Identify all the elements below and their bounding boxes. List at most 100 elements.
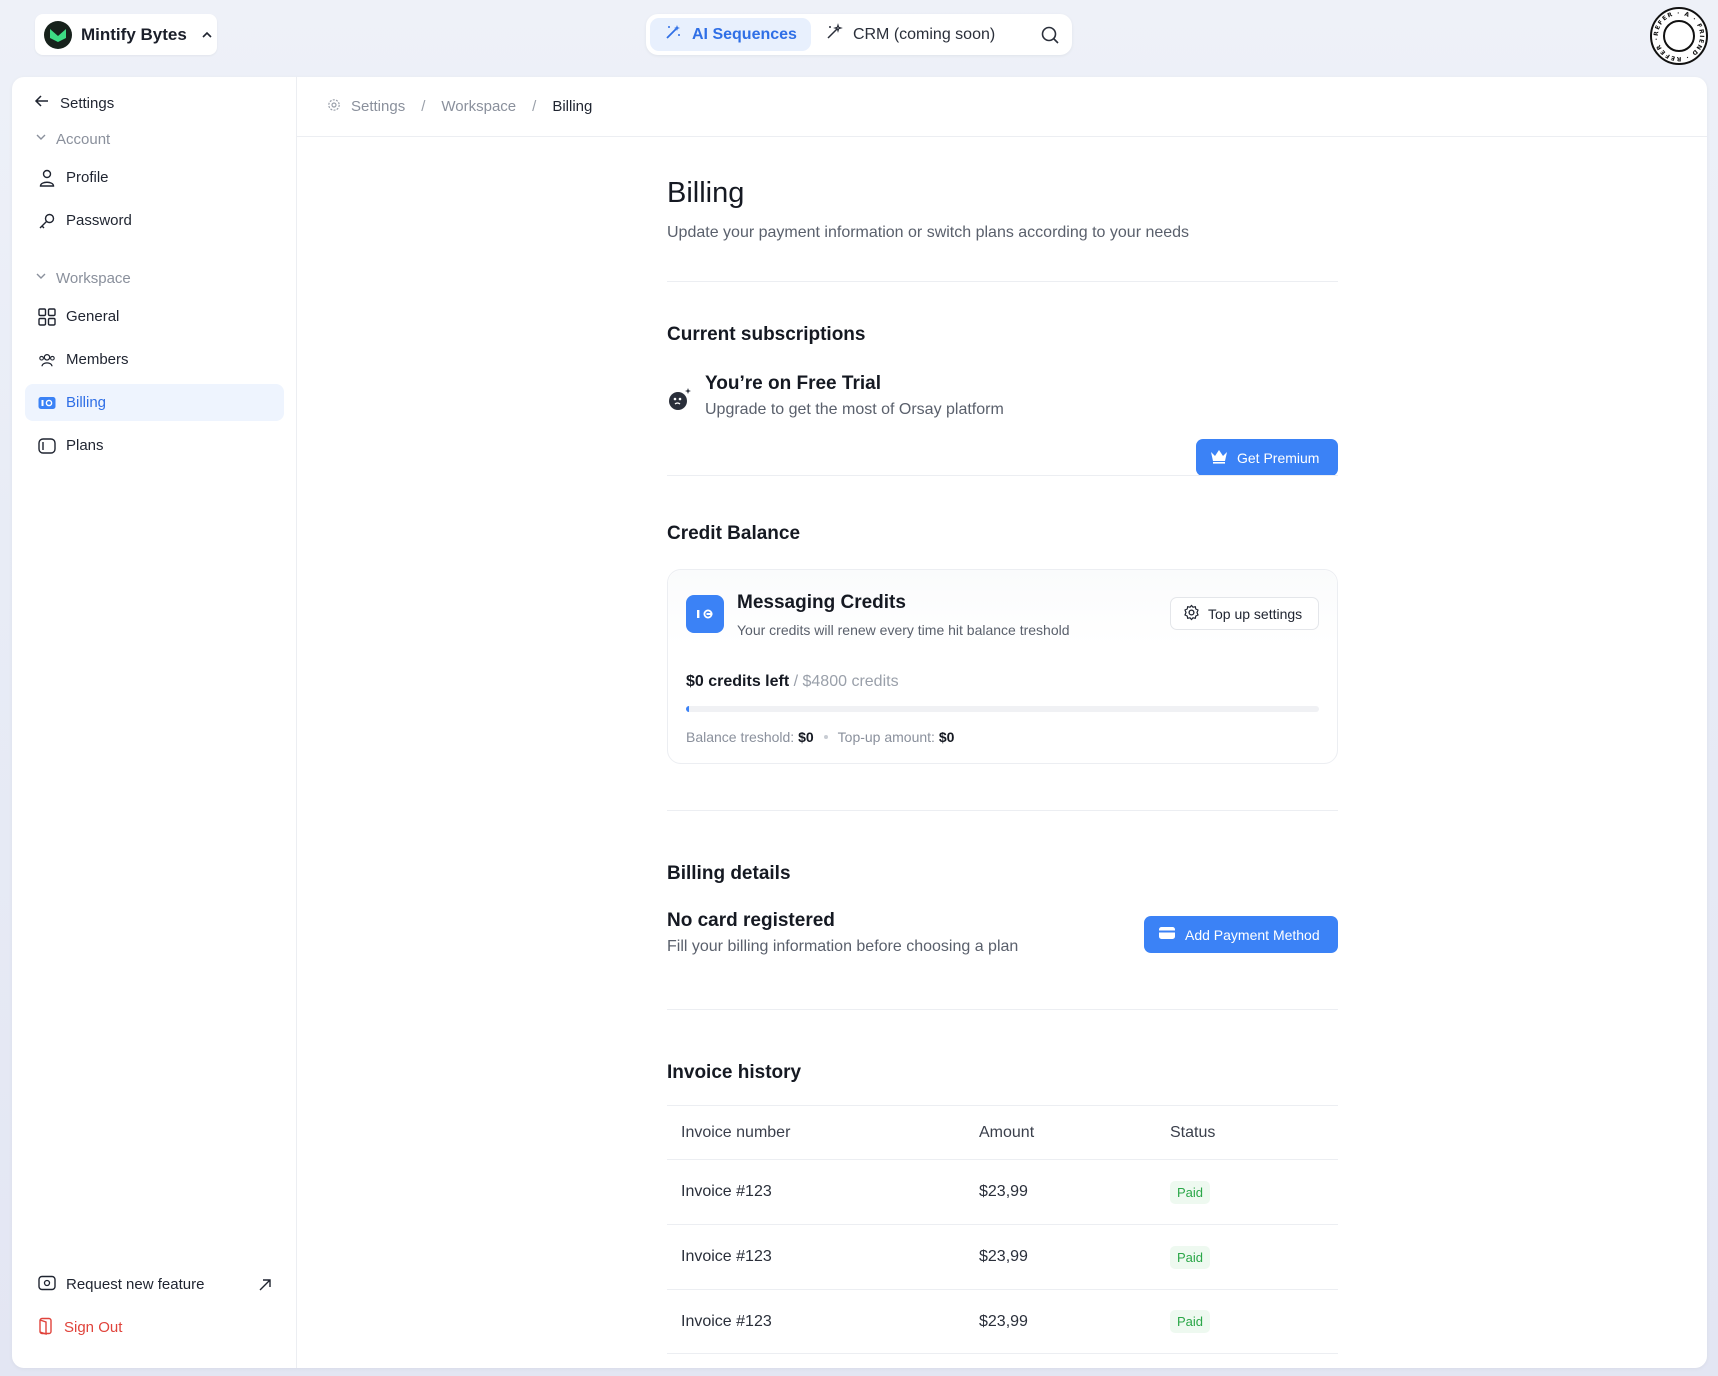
invoice-table: Invoice number Amount Status Invoice #12… — [667, 1105, 1338, 1354]
status-badge: Paid — [1170, 1310, 1211, 1333]
key-icon — [38, 212, 56, 230]
sign-out-icon — [38, 1317, 54, 1339]
invoice-amount: $23,99 — [979, 1183, 1028, 1200]
sidebar-item-label: Profile — [66, 169, 109, 186]
threshold-label: Balance treshold — [686, 729, 791, 745]
chevron-down-icon — [34, 130, 48, 148]
invoice-number: Invoice #123 — [681, 1183, 772, 1200]
credits-total: / $4800 credits — [793, 673, 899, 690]
sidebar-item-password[interactable]: Password — [25, 202, 284, 239]
sidebar-item-profile[interactable]: Profile — [25, 159, 284, 196]
main-content: Settings / Workspace / Billing Billing U… — [297, 77, 1707, 1368]
magic-wand-icon — [664, 23, 682, 46]
section-title-subscriptions: Current subscriptions — [667, 324, 866, 345]
get-premium-button[interactable]: Get Premium — [1196, 439, 1338, 476]
credits-left: $0 credits left / $4800 credits — [686, 673, 899, 691]
divider — [667, 281, 1338, 282]
sidebar-item-label: Billing — [66, 394, 107, 411]
section-title-invoices: Invoice history — [667, 1062, 802, 1083]
wallet-icon — [686, 595, 724, 633]
svg-text:REFER · A · FRIEND · REFER · A: REFER · A · FRIEND · REFER · A · FRIEND … — [1650, 7, 1705, 62]
breadcrumb-settings[interactable]: Settings — [327, 98, 405, 116]
divider — [667, 1009, 1338, 1010]
messaging-credits-card: Messaging Credits Your credits will rene… — [667, 569, 1338, 764]
sidebar-item-members[interactable]: Members — [25, 341, 284, 378]
invoice-number: Invoice #123 — [681, 1312, 772, 1330]
section-title-billing-details: Billing details — [667, 863, 791, 884]
crown-icon — [1210, 448, 1228, 467]
topup-label: Top-up amount: — [837, 729, 935, 745]
back-label: Settings — [60, 94, 115, 112]
sidebar-item-general[interactable]: General — [25, 298, 284, 335]
back-to-settings[interactable]: Settings — [34, 89, 114, 117]
column-header: Invoice number — [681, 1123, 791, 1141]
subscription-description: Upgrade to get the most of Orsay platfor… — [705, 401, 1004, 418]
table-row[interactable]: Invoice #123 $23,99 Paid — [667, 1224, 1338, 1289]
breadcrumb-label: Settings — [351, 98, 406, 115]
table-row[interactable]: Invoice #123 $23,99 Paid — [667, 1159, 1338, 1224]
tab-crm[interactable]: CRM (coming soon) — [811, 18, 1009, 51]
workspace-switcher[interactable]: Mintify Bytes — [35, 14, 217, 55]
search-icon[interactable] — [1040, 25, 1060, 45]
page-title: Billing — [667, 177, 745, 209]
billing-details-title: No card registered — [667, 910, 835, 931]
breadcrumb-workspace[interactable]: Workspace — [441, 98, 516, 115]
subscription-row: You’re on Free Trial Upgrade to get the … — [667, 373, 1338, 425]
chevron-up-icon — [200, 28, 214, 42]
divider — [667, 475, 1338, 476]
tab-label: AI Sequences — [692, 25, 797, 43]
feature-request-icon — [38, 1275, 56, 1295]
sidebar-item-label: Members — [66, 351, 129, 368]
credit-card-icon — [1158, 926, 1176, 943]
top-up-settings-button[interactable]: Top up settings — [1170, 597, 1319, 630]
sidebar-item-label: Plans — [66, 437, 104, 454]
user-icon — [38, 169, 56, 187]
sidebar-item-label: Password — [66, 212, 132, 229]
arrow-left-icon — [34, 93, 50, 113]
button-label: Add Payment Method — [1185, 926, 1320, 943]
breadcrumb-current: Billing — [552, 98, 593, 115]
button-label: Top up settings — [1208, 605, 1303, 622]
breadcrumb-separator: / — [532, 98, 537, 115]
tab-ai-sequences[interactable]: AI Sequences — [650, 18, 811, 51]
table-row[interactable]: Invoice #123 $23,99 Paid — [667, 1289, 1338, 1354]
workspace-logo-icon — [44, 20, 72, 49]
threshold-value: $0 — [798, 729, 814, 745]
add-payment-method-button[interactable]: Add Payment Method — [1144, 916, 1338, 953]
sidebar-item-billing[interactable]: Billing — [25, 384, 284, 421]
invoice-number: Invoice #123 — [681, 1248, 772, 1265]
dot-separator — [823, 735, 828, 739]
group-account[interactable]: Account — [34, 127, 110, 151]
arrow-up-right-icon — [258, 1278, 272, 1292]
group-workspace[interactable]: Workspace — [34, 266, 131, 290]
breadcrumb-separator: / — [421, 98, 426, 115]
refer-a-friend-badge[interactable]: REFER · A · FRIEND · REFER · A · FRIEND … — [1650, 7, 1708, 65]
status-badge: Paid — [1170, 1245, 1211, 1269]
credits-progress-fill — [686, 706, 690, 712]
credits-card-title: Messaging Credits — [737, 592, 906, 613]
table-header: Invoice number Amount Status — [667, 1105, 1338, 1159]
wallet-icon — [38, 394, 56, 412]
sign-out-button[interactable]: Sign Out — [25, 1309, 284, 1346]
sidebar-item-plans[interactable]: Plans — [25, 427, 284, 464]
request-feature-link[interactable]: Request new feature — [25, 1266, 284, 1303]
subscription-title: You’re on Free Trial — [705, 373, 881, 394]
topup-amount: Top-up amount: $0 — [838, 729, 955, 745]
breadcrumb: Settings / Workspace / Billing — [297, 77, 1707, 137]
group-label: Workspace — [56, 269, 131, 287]
chevron-down-icon — [34, 269, 48, 287]
invoice-amount: $23,99 — [979, 1248, 1028, 1265]
button-label: Get Premium — [1237, 449, 1320, 466]
plan-card-icon — [38, 437, 56, 455]
settings-sidebar: Settings Account Profile Password Worksp… — [12, 77, 297, 1368]
column-header: Amount — [979, 1123, 1035, 1141]
credits-left-value: $0 credits left — [686, 673, 790, 690]
page-subtitle: Update your payment information or switc… — [667, 224, 1190, 241]
section-title-credits: Credit Balance — [667, 523, 801, 544]
grid-icon — [38, 307, 56, 326]
request-feature-label: Request new feature — [66, 1276, 205, 1293]
top-bar: Mintify Bytes AI Sequences CRM (coming s… — [0, 0, 1718, 76]
credits-card-description: Your credits will renew every time hit b… — [737, 622, 1070, 638]
group-label: Account — [56, 130, 111, 148]
threshold: Balance treshold: $0 — [686, 729, 814, 745]
